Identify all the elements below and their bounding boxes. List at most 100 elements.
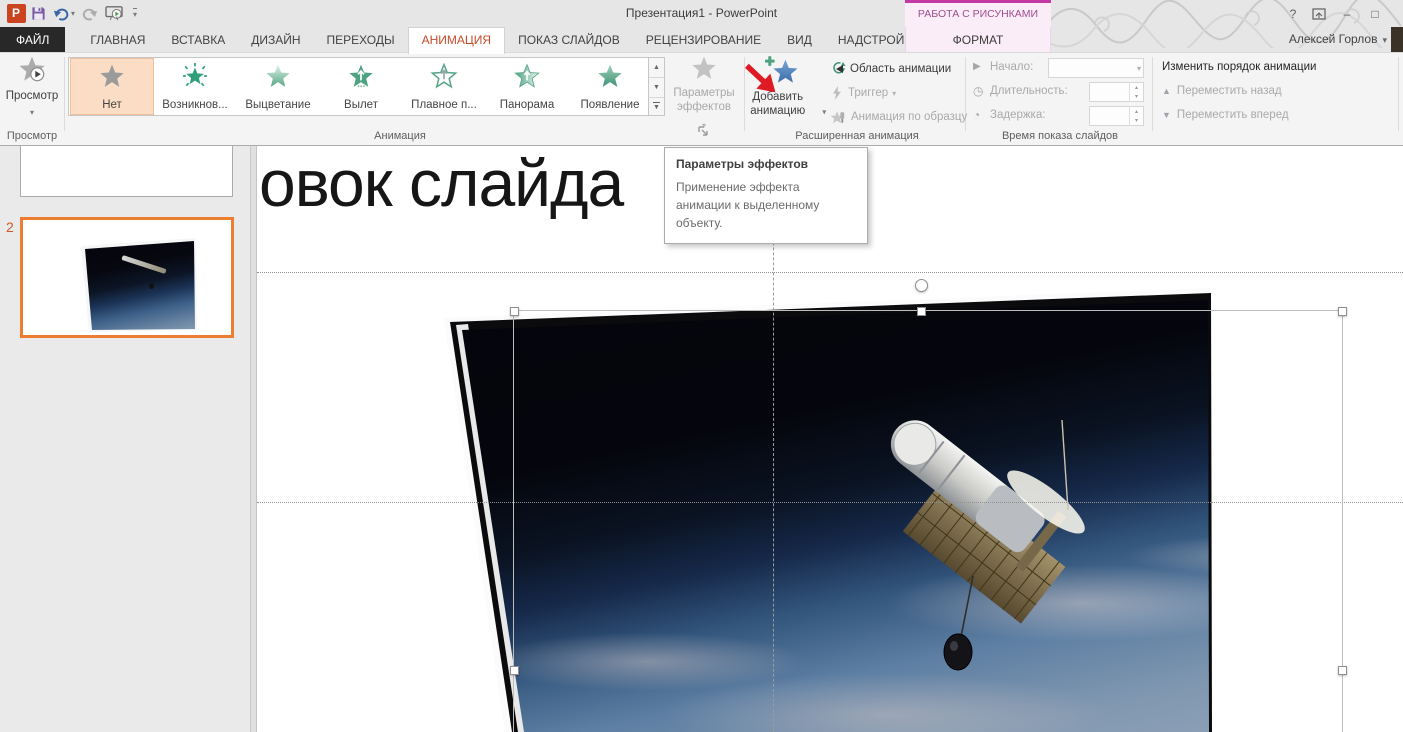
trigger-lightning-icon	[830, 86, 844, 101]
animation-painter-button: Анимация по образцу	[830, 107, 967, 127]
selection-handle-top-right[interactable]	[1338, 307, 1347, 316]
selection-handle-middle-left[interactable]	[510, 666, 519, 675]
slide-title-text[interactable]: овок слайда	[259, 145, 623, 221]
tab-vid[interactable]: ВИД	[774, 27, 825, 52]
slide-thumbnail-2-selected[interactable]	[20, 217, 234, 338]
move-later-button: ▼Переместить вперед	[1162, 109, 1289, 121]
selection-handle-top-center[interactable]	[917, 307, 926, 316]
group-label-advanced-animation: Расширенная анимация	[795, 130, 919, 142]
redo-icon	[79, 3, 101, 23]
quick-access-toolbar: P ▾ ▾	[5, 3, 143, 23]
user-name: Алексей Горлов	[1289, 32, 1378, 46]
gallery-item-none[interactable]: Нет	[71, 59, 153, 114]
fly-in-star-icon	[347, 63, 375, 89]
undo-caret-icon[interactable]: ▾	[71, 9, 75, 18]
float-in-star-icon	[430, 63, 458, 89]
add-animation-caret-icon: ▾	[822, 107, 826, 116]
gallery-more-icon[interactable]: ▼	[649, 98, 664, 117]
animation-painter-icon	[830, 110, 847, 125]
move-later-arrow-icon: ▼	[1162, 110, 1171, 120]
user-avatar	[1391, 27, 1403, 52]
annotation-red-arrow-icon	[745, 60, 779, 102]
tooltip-body: Применение эффекта анимации к выделенном…	[676, 178, 856, 232]
delay-clock-icon: ◔	[973, 108, 987, 122]
rotation-handle[interactable]	[915, 279, 928, 292]
gallery-item-appear[interactable]: Появление	[569, 59, 651, 114]
add-animation-button[interactable]: Добавить анимацию ▾	[737, 55, 827, 139]
appear-star-icon	[596, 63, 624, 89]
powerpoint-app-icon[interactable]: P	[5, 3, 27, 23]
tab-perekhody[interactable]: ПЕРЕХОДЫ	[314, 27, 408, 52]
panel-divider[interactable]	[250, 145, 257, 732]
tab-format[interactable]: ФОРМАТ	[905, 27, 1051, 52]
slide-2-number: 2	[6, 219, 14, 235]
tab-vstavka[interactable]: ВСТАВКА	[158, 27, 238, 52]
ribbon-display-options-icon[interactable]	[1307, 4, 1331, 23]
gallery-item-panorama[interactable]: Панорама	[486, 59, 568, 114]
slide-thumbnail-1[interactable]	[20, 145, 233, 197]
user-caret-icon: ▾	[1382, 35, 1387, 45]
tab-file[interactable]: ФАЙЛ	[0, 27, 65, 52]
animation-gallery: Нет Возникнов... Выцветание Вылет	[68, 57, 665, 116]
start-caret-icon: ▾	[1137, 64, 1141, 73]
group-label-preview: Просмотр	[7, 130, 57, 142]
delay-spin-up-icon[interactable]: ▴	[1135, 108, 1138, 115]
animation-pane-button[interactable]: Область анимации	[830, 59, 951, 79]
user-account[interactable]: Алексей Горлов ▾	[1289, 27, 1387, 52]
panorama-star-icon	[513, 63, 541, 89]
gallery-item-fade[interactable]: Выцветание	[237, 59, 319, 114]
gallery-item-fly-in[interactable]: Вылет	[320, 59, 402, 114]
emphasis-star-icon	[181, 63, 209, 89]
delay-label: Задержка:	[990, 109, 1045, 121]
delay-spin-down-icon[interactable]: ▾	[1135, 117, 1138, 124]
gallery-scroll-up-icon[interactable]: ▲	[649, 58, 664, 78]
start-label: Начало:	[990, 61, 1033, 73]
start-slideshow-icon[interactable]	[101, 3, 127, 23]
maximize-icon[interactable]: □	[1363, 4, 1387, 23]
fade-star-icon	[264, 63, 292, 89]
start-dropdown[interactable]: ▾	[1048, 58, 1144, 78]
tab-dizayn[interactable]: ДИЗАЙН	[238, 27, 313, 52]
horizontal-guide-upper[interactable]	[257, 272, 1403, 273]
preview-label: Просмотр	[4, 90, 60, 102]
tab-animatsiya[interactable]: АНИМАЦИЯ	[408, 27, 505, 54]
help-icon[interactable]: ?	[1281, 4, 1305, 23]
minimize-icon[interactable]: –	[1335, 4, 1359, 23]
thumbnail-picture	[23, 220, 231, 335]
trigger-button: Триггер ▾	[830, 83, 896, 103]
gallery-scroll-down-icon[interactable]: ▼	[649, 78, 664, 98]
powerpoint-window: P ▾ ▾ Презентация1 - PowerPoint РАБОТА С…	[0, 0, 1403, 732]
undo-icon[interactable]: ▾	[49, 3, 79, 23]
selection-handle-top-left[interactable]	[510, 307, 519, 316]
duration-spin-down-icon[interactable]: ▾	[1135, 93, 1138, 100]
slide-thumbnails-panel: 2	[0, 145, 250, 732]
ribbon-tab-bar: ФАЙЛ ГЛАВНАЯ ВСТАВКА ДИЗАЙН ПЕРЕХОДЫ АНИ…	[0, 27, 1403, 52]
gallery-item-float-in[interactable]: Плавное п...	[403, 59, 485, 114]
title-bar: P ▾ ▾ Презентация1 - PowerPoint РАБОТА С…	[0, 0, 1403, 27]
customize-qat-icon[interactable]: ▾	[127, 3, 143, 24]
contextual-tab-header: РАБОТА С РИСУНКАМИ	[905, 0, 1051, 27]
ribbon: Просмотр ▾ Просмотр Нет Возникнов... Выц…	[0, 52, 1403, 146]
selection-handle-middle-right[interactable]	[1338, 666, 1347, 675]
window-title: Презентация1 - PowerPoint	[0, 0, 1403, 27]
delay-spinner[interactable]: ▴▾	[1089, 106, 1144, 126]
dialog-launcher-icon[interactable]	[697, 125, 709, 137]
gallery-item-appear-burst[interactable]: Возникнов...	[154, 59, 236, 114]
trigger-caret-icon: ▾	[892, 89, 896, 98]
group-label-timing: Время показа слайдов	[1002, 130, 1118, 142]
tooltip-title: Параметры эффектов	[676, 157, 856, 171]
duration-clock-icon: ◷	[973, 84, 987, 98]
tooltip: Параметры эффектов Применение эффекта ан…	[664, 147, 868, 244]
picture-selection-outline	[513, 310, 1343, 732]
preview-caret-icon: ▾	[30, 108, 34, 117]
duration-spin-up-icon[interactable]: ▴	[1135, 84, 1138, 91]
move-earlier-arrow-icon: ▲	[1162, 86, 1171, 96]
save-icon[interactable]	[27, 3, 49, 23]
preview-button[interactable]: Просмотр ▾	[4, 55, 60, 127]
thumbnail-telescope-dish	[149, 283, 154, 289]
tab-glavnaya[interactable]: ГЛАВНАЯ	[77, 27, 158, 52]
duration-spinner[interactable]: ▴▾	[1089, 82, 1144, 102]
tab-pokaz-slaydov[interactable]: ПОКАЗ СЛАЙДОВ	[505, 27, 633, 52]
tab-retsenzirovanie[interactable]: РЕЦЕНЗИРОВАНИЕ	[633, 27, 774, 52]
preview-star-icon	[17, 55, 47, 83]
